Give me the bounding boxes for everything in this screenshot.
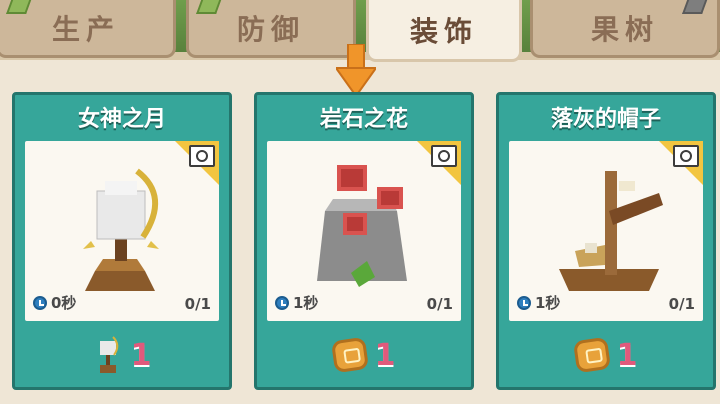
blueprint-icon — [431, 145, 457, 167]
tab-defense[interactable]: 防御 — [186, 0, 356, 58]
item-preview: 1秒 0/1 — [267, 141, 461, 321]
item-card-rock-flower[interactable]: 岩石之花 1秒 0/1 1 — [254, 92, 474, 390]
build-time-value: 0秒 — [51, 294, 77, 312]
item-preview: 1秒 0/1 — [509, 141, 703, 321]
item-card-dusty-hat[interactable]: 落灰的帽子 1秒 0/1 1 — [496, 92, 716, 390]
cost-value: 1 — [374, 337, 396, 373]
leaf-icon — [196, 0, 222, 14]
cost-value: 1 — [130, 337, 152, 373]
cost-row: 1 — [499, 333, 713, 377]
blueprint-icon — [673, 145, 699, 167]
item-title: 落灰的帽子 — [550, 107, 661, 132]
item-title: 女神之月 — [77, 107, 166, 132]
build-count: 0/1 — [668, 295, 695, 313]
tab-decoration[interactable]: 装饰 — [366, 0, 522, 62]
build-count: 0/1 — [184, 295, 211, 313]
blueprint-icon — [189, 145, 215, 167]
tab-label: 防御 — [236, 12, 305, 46]
build-count: 0/1 — [426, 295, 453, 313]
clock-icon — [517, 295, 531, 310]
cost-row: 1 — [15, 333, 229, 377]
build-time: 0秒 — [33, 292, 76, 313]
item-preview: 0秒 0/1 — [25, 141, 219, 321]
cost-value: 1 — [616, 337, 638, 373]
build-time: 1秒 — [517, 292, 560, 313]
clock-icon — [33, 295, 47, 310]
cost-row: 1 — [257, 333, 471, 377]
clock-icon — [275, 295, 289, 310]
gold-coin-icon — [572, 336, 611, 374]
build-time-value: 1秒 — [535, 294, 561, 312]
tab-label: 果树 — [590, 12, 659, 46]
item-title: 岩石之花 — [319, 107, 408, 132]
gold-coin-icon — [330, 336, 369, 374]
stone-icon — [682, 0, 708, 14]
tab-label: 生产 — [51, 12, 120, 46]
leaf-icon — [6, 0, 32, 14]
tab-label: 装饰 — [409, 14, 478, 48]
tab-fruit-trees[interactable]: 果树 — [530, 0, 720, 58]
tab-production[interactable]: 生产 — [0, 0, 176, 58]
moon-statue-icon — [99, 336, 118, 373]
build-time: 1秒 — [275, 292, 318, 313]
build-time-value: 1秒 — [293, 294, 319, 312]
item-card-goddess-moon[interactable]: 女神之月 0秒 0/1 1 — [12, 92, 232, 390]
